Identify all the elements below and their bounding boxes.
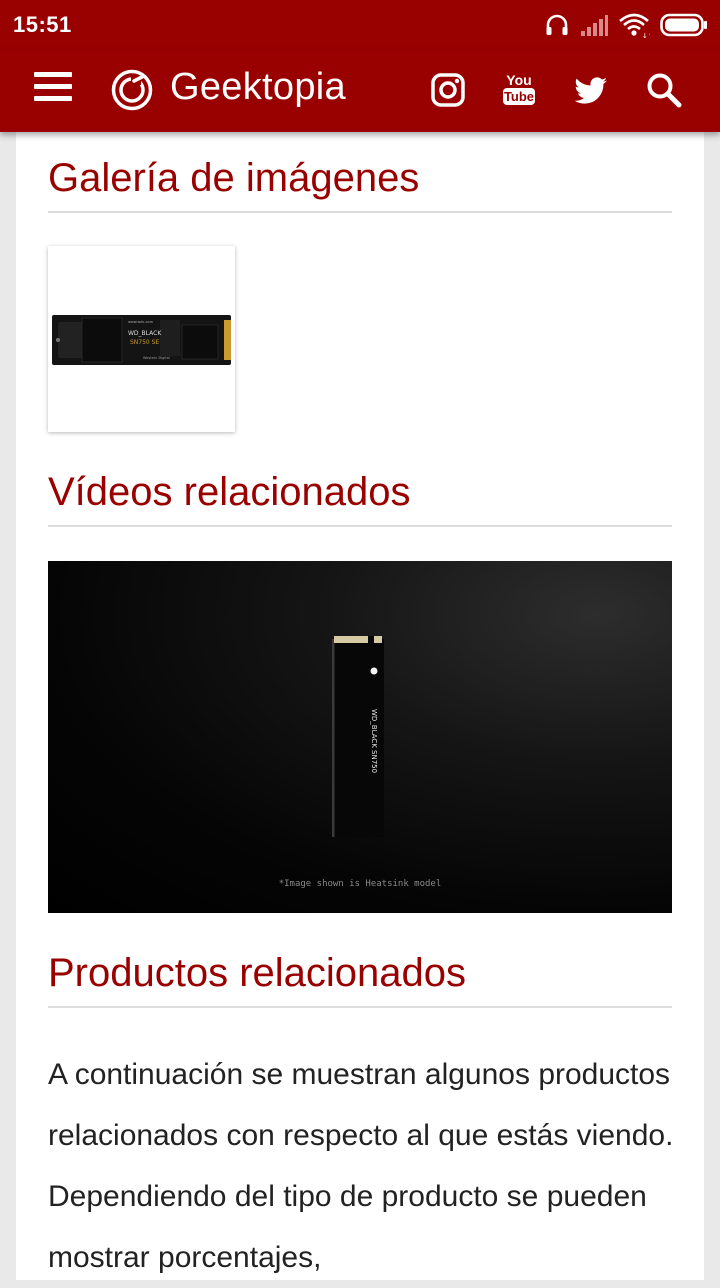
headphones-icon — [546, 14, 568, 35]
ssd-product-image: www.wdc.com WD_BLACK SN750 SE Western Di… — [52, 315, 231, 365]
status-bar: 15:51 ↓↑ — [0, 0, 720, 50]
svg-text:WD_BLACK SN750: WD_BLACK SN750 — [370, 709, 378, 773]
svg-text:Tube: Tube — [504, 89, 534, 104]
status-icons: ↓↑ — [544, 10, 708, 40]
products-title: Productos relacionados — [48, 951, 672, 1008]
menu-icon[interactable] — [34, 72, 72, 106]
wifi-icon: ↓↑ — [619, 13, 650, 38]
svg-text:Western Digital: Western Digital — [143, 356, 170, 360]
svg-text:SN750 SE: SN750 SE — [130, 339, 159, 346]
svg-text:WD_BLACK: WD_BLACK — [128, 330, 162, 337]
twitter-icon[interactable] — [571, 70, 611, 110]
video-caption: *Image shown is Heatsink model — [278, 879, 442, 889]
svg-text:↓↑: ↓↑ — [642, 32, 650, 38]
video-player[interactable]: WD_BLACK SN750 *Image shown is Heatsink … — [48, 561, 672, 913]
app-bar: Geektopia You Tube — [0, 50, 720, 132]
gallery-thumbnail[interactable]: www.wdc.com WD_BLACK SN750 SE Western Di… — [48, 246, 235, 432]
instagram-icon[interactable] — [428, 70, 468, 110]
youtube-icon[interactable]: You Tube — [499, 70, 539, 110]
gallery-title: Galería de imágenes — [48, 156, 672, 213]
videos-title: Vídeos relacionados — [48, 470, 672, 527]
status-time: 15:51 — [13, 12, 72, 37]
content-card: Galería de imágenes www.wdc.com WD_BLACK… — [16, 132, 704, 1280]
battery-icon — [660, 13, 707, 37]
geektopia-logo-icon[interactable] — [110, 68, 154, 112]
svg-text:You: You — [506, 72, 531, 88]
products-description: A continuación se muestran algunos produ… — [48, 1058, 674, 1274]
signal-icon — [581, 15, 608, 36]
brand-name[interactable]: Geektopia — [170, 66, 346, 109]
video-frame: WD_BLACK SN750 — [332, 636, 384, 837]
search-icon[interactable] — [644, 70, 684, 110]
svg-text:www.wdc.com: www.wdc.com — [128, 320, 154, 324]
